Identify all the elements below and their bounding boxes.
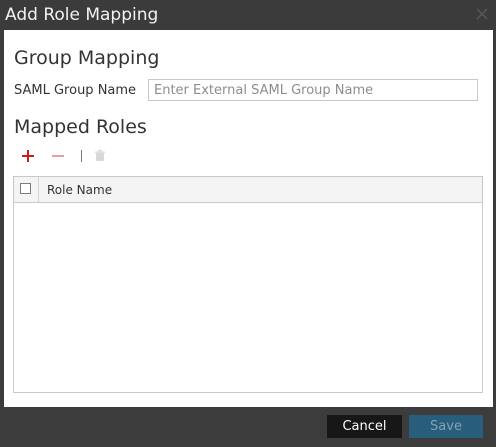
dialog-title: Add Role Mapping: [5, 5, 159, 25]
plus-icon-glyph: [22, 150, 34, 162]
table-header: Role Name: [14, 177, 482, 203]
close-icon-glyph: [476, 8, 488, 20]
dialog-body: Group Mapping SAML Group Name Mapped Rol…: [4, 30, 493, 407]
saml-group-name-label: SAML Group Name: [14, 83, 137, 98]
saml-group-name-input[interactable]: [148, 79, 478, 101]
mapped-roles-table: Role Name: [13, 176, 483, 393]
plus-icon[interactable]: [19, 147, 37, 165]
minus-icon[interactable]: [49, 147, 67, 165]
mapped-roles-heading: Mapped Roles: [14, 116, 147, 138]
mapped-roles-toolbar: [19, 147, 119, 165]
trash-icon-glyph: [95, 150, 105, 161]
trash-icon[interactable]: [91, 147, 109, 165]
dialog-titlebar: Add Role Mapping: [0, 0, 496, 30]
select-all-checkbox[interactable]: [20, 183, 31, 194]
save-button[interactable]: Save: [409, 415, 483, 438]
close-icon[interactable]: [474, 6, 490, 22]
toolbar-divider: [81, 150, 82, 162]
cancel-button[interactable]: Cancel: [327, 415, 402, 438]
dialog-footer: Cancel Save: [0, 407, 496, 447]
group-mapping-heading: Group Mapping: [14, 47, 160, 69]
select-all-cell: [14, 177, 39, 202]
minus-icon-glyph: [52, 155, 64, 157]
column-role-name[interactable]: Role Name: [47, 183, 112, 197]
add-role-mapping-dialog: Add Role Mapping Group Mapping SAML Grou…: [0, 0, 496, 447]
